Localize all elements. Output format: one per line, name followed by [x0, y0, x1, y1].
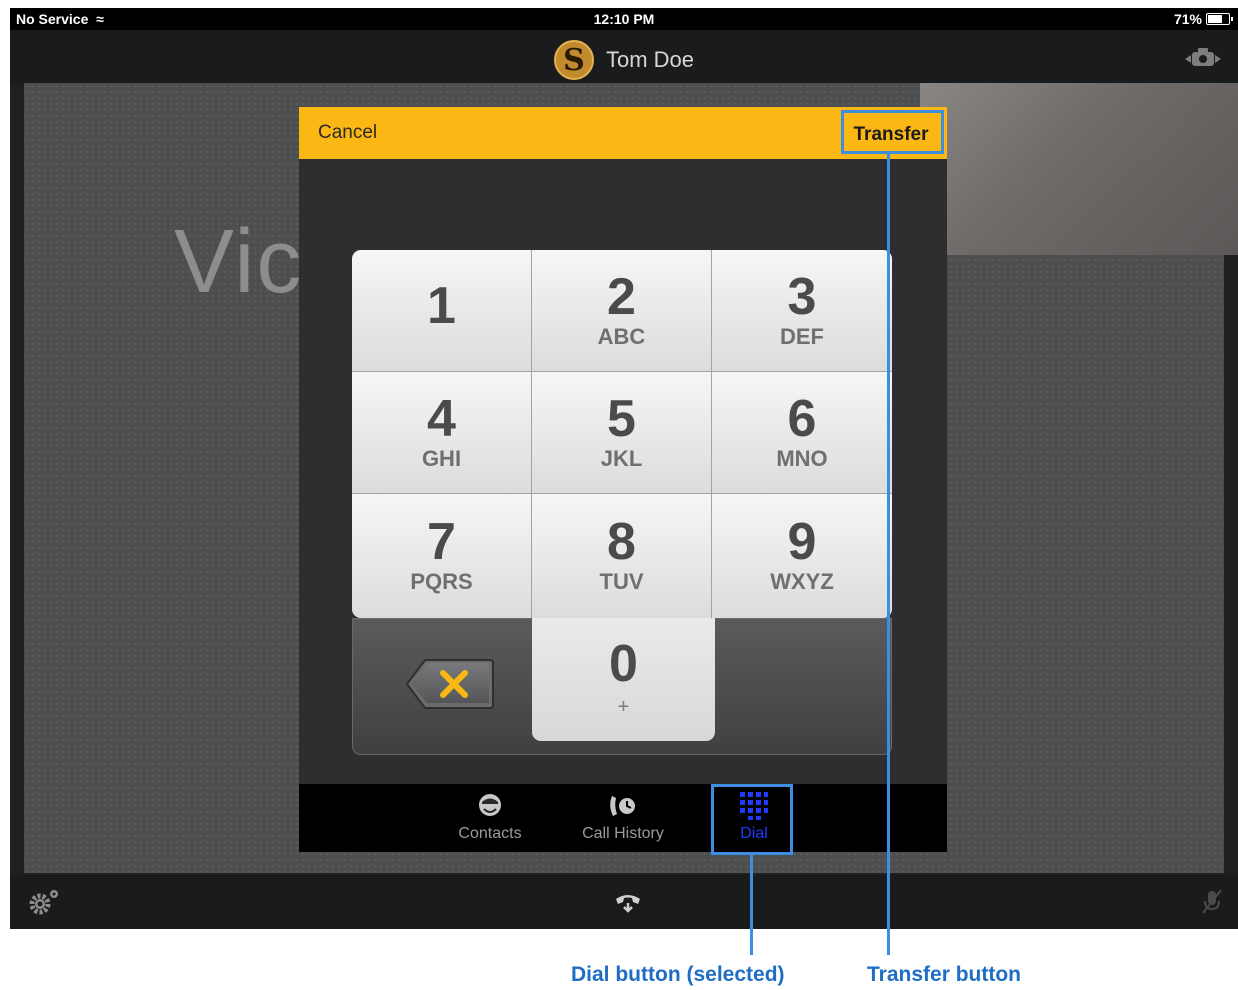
key-digit: 0	[609, 635, 638, 693]
key-digit: 3	[787, 267, 817, 326]
key-letters: DEF	[780, 323, 824, 349]
key-1[interactable]: 1	[352, 250, 532, 372]
caller-name: Tom Doe	[605, 47, 695, 72]
key-letters: MNO	[776, 445, 828, 471]
status-bar: No Service ≈ 12:10 PM 71%	[10, 8, 1238, 30]
key-letters: JKL	[600, 445, 643, 471]
battery-status: 71%	[1173, 11, 1233, 27]
status-time: 12:10 PM	[593, 11, 655, 27]
key-2[interactable]: 2 ABC	[532, 250, 712, 372]
key-0[interactable]: 0 +	[532, 618, 715, 741]
backspace-icon	[405, 659, 494, 709]
call-history-icon	[607, 792, 639, 820]
key-digit: 6	[787, 389, 817, 448]
key-digit: 5	[607, 389, 636, 448]
cancel-button[interactable]: Cancel	[318, 122, 377, 144]
camera-switch-icon[interactable]	[1182, 44, 1224, 72]
microphone-muted-icon[interactable]	[1200, 887, 1224, 917]
transfer-dialog: Cancel Transfer 1 2 ABC 3 DEF 4 GHI 5 JK…	[299, 107, 947, 852]
key-letters: PQRS	[410, 569, 473, 594]
settings-gear-icon[interactable]	[26, 887, 62, 917]
title-bar: S Tom Doe	[10, 30, 1238, 85]
dial-callout-box	[711, 784, 793, 855]
key-4[interactable]: 4 GHI	[352, 372, 532, 494]
key-6[interactable]: 6 MNO	[712, 372, 892, 494]
key-letters: WXYZ	[770, 569, 834, 594]
contacts-icon	[478, 792, 502, 820]
transfer-callout-box	[841, 110, 944, 154]
key-9[interactable]: 9 WXYZ	[712, 494, 892, 618]
key-8[interactable]: 8 TUV	[532, 494, 712, 618]
title-group: S Tom Doe	[10, 40, 1238, 80]
key-3[interactable]: 3 DEF	[712, 250, 892, 372]
key-5[interactable]: 5 JKL	[532, 372, 712, 494]
battery-icon	[1206, 13, 1233, 25]
key-digit: 2	[607, 267, 636, 326]
dial-callout-label: Dial button (selected)	[571, 963, 785, 986]
dial-callout-line	[750, 855, 753, 955]
app-logo: S	[553, 40, 594, 80]
key-letters: TUV	[599, 569, 644, 594]
key-letters: GHI	[421, 445, 462, 471]
transfer-callout-line	[887, 154, 890, 955]
delete-key[interactable]	[405, 657, 495, 711]
call-control-bar	[10, 875, 1238, 929]
key-digit: 8	[607, 513, 636, 571]
key-plus: +	[617, 696, 630, 718]
tab-label: Call History	[582, 825, 664, 842]
self-view-video	[920, 83, 1238, 255]
key-digit: 9	[787, 513, 817, 571]
keypad-grid: 1 2 ABC 3 DEF 4 GHI 5 JKL 6 MNO 7 PQRS 8…	[352, 250, 892, 618]
tab-contacts[interactable]: Contacts	[442, 784, 538, 852]
transfer-callout-label: Transfer button	[867, 963, 1022, 986]
battery-percent: 71%	[1173, 11, 1202, 27]
tab-label: Contacts	[458, 825, 522, 842]
key-letters: ABC	[597, 323, 646, 349]
keypad: 1 2 ABC 3 DEF 4 GHI 5 JKL 6 MNO 7 PQRS 8…	[352, 250, 892, 755]
ipad-screen: No Service ≈ 12:10 PM 71% S Tom Doe Vic	[10, 8, 1238, 929]
tab-bar: Contacts Call History Dial	[299, 784, 947, 852]
key-7[interactable]: 7 PQRS	[352, 494, 532, 618]
key-digit: 4	[427, 389, 456, 448]
key-digit: 7	[427, 513, 456, 571]
key-digit: 1	[427, 276, 456, 335]
hangup-icon[interactable]	[613, 889, 643, 915]
tab-call-history[interactable]: Call History	[571, 784, 675, 852]
